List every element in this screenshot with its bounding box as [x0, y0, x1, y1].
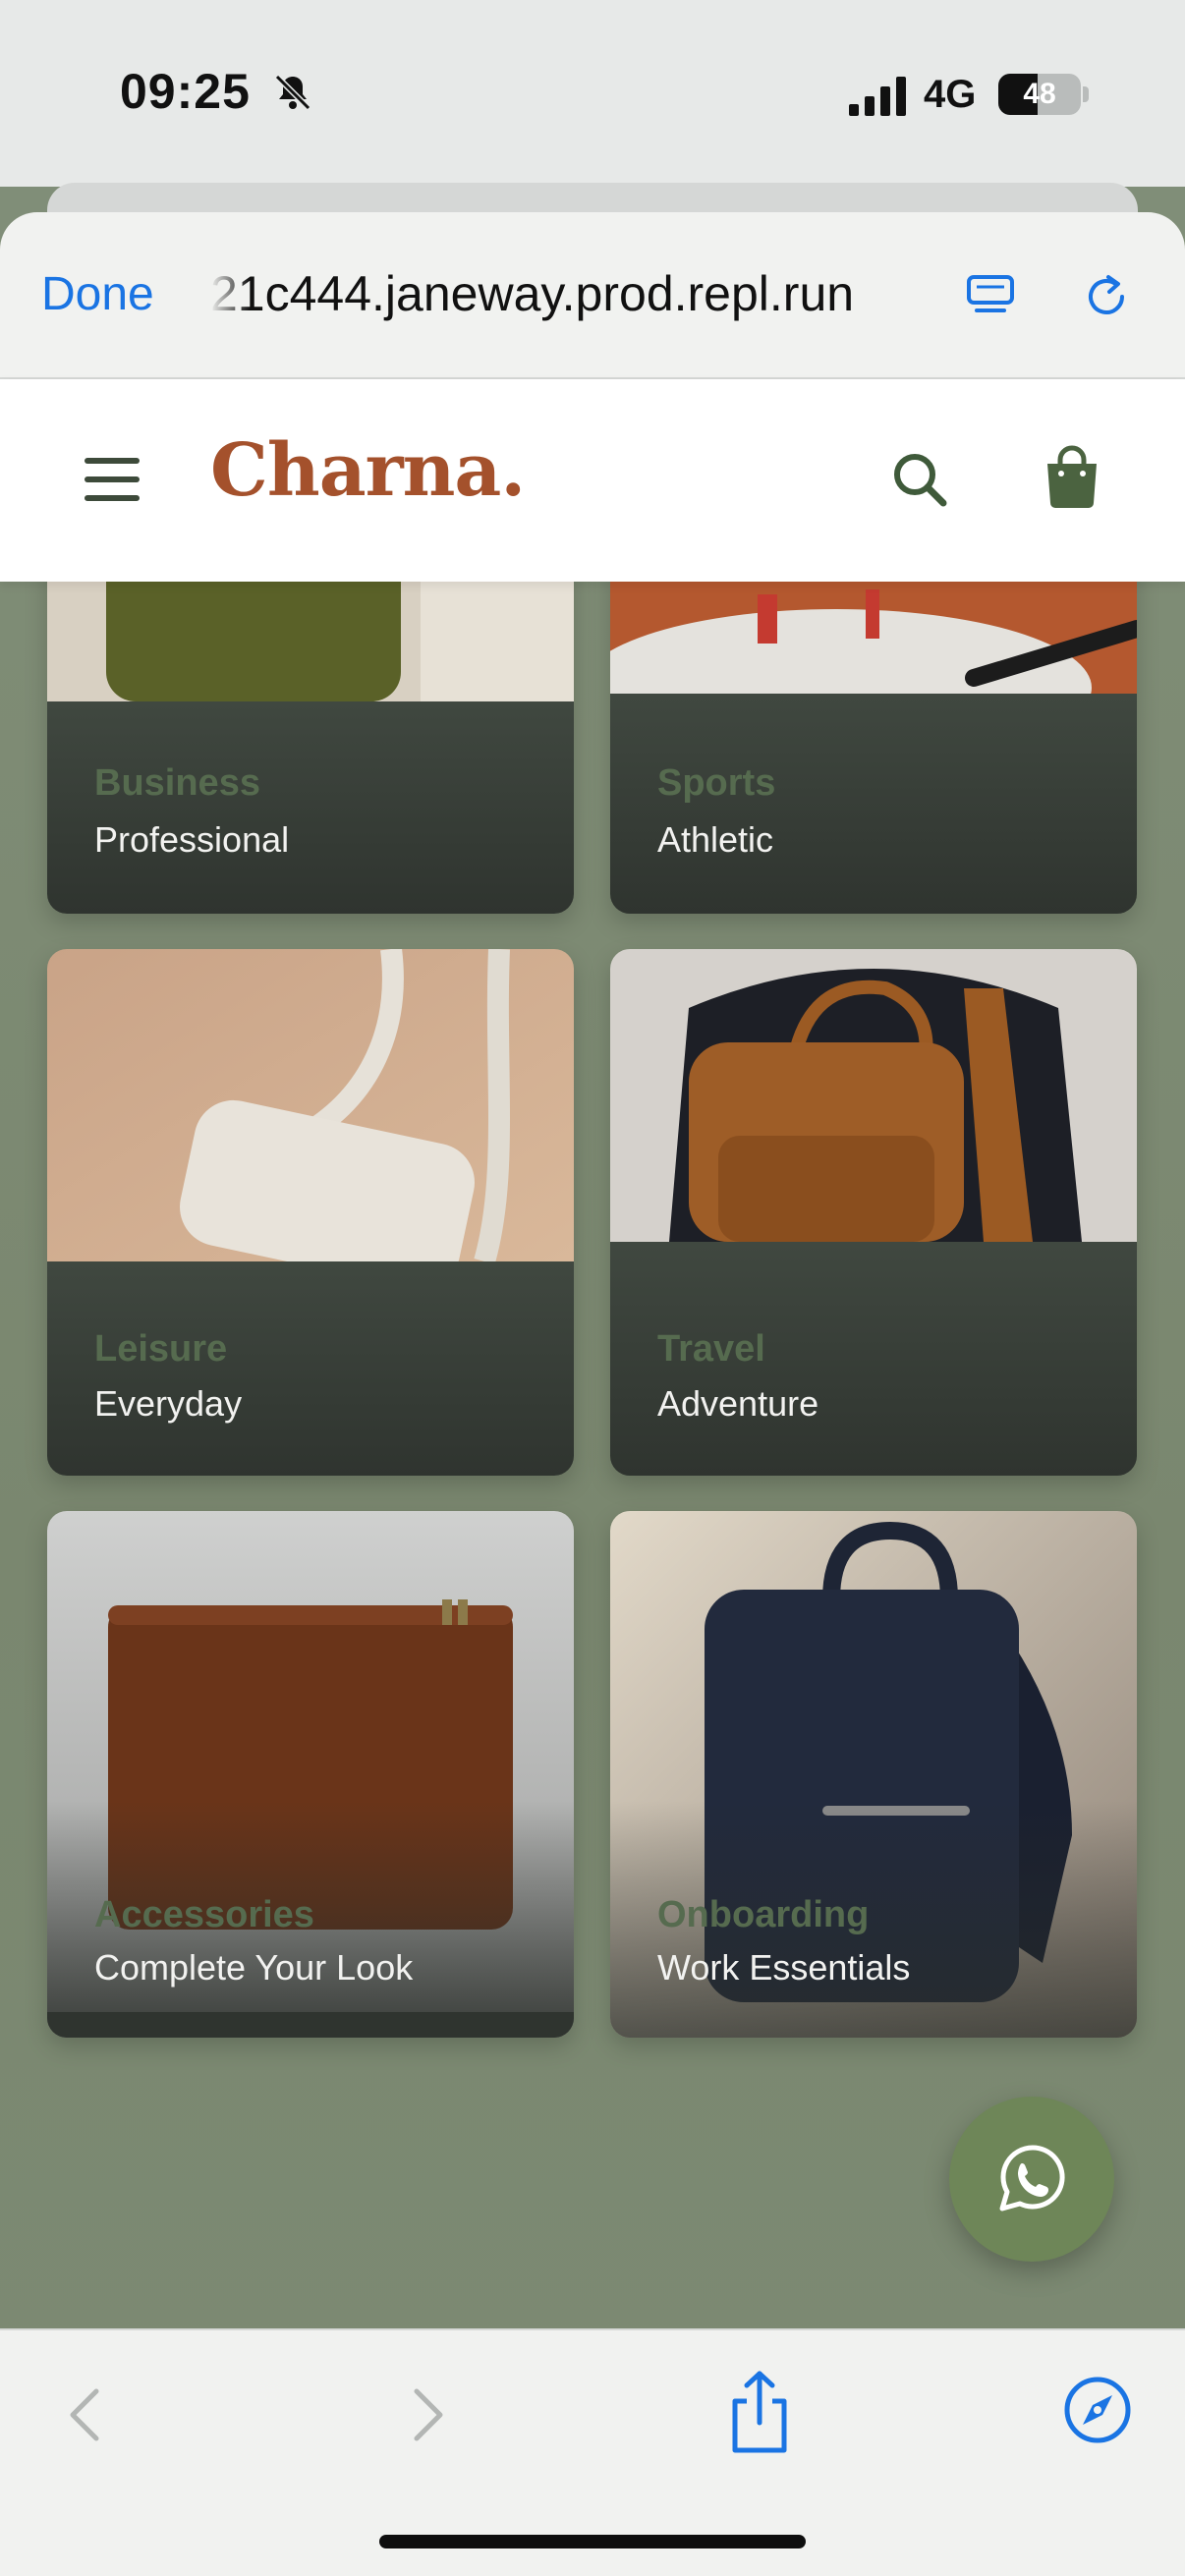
card-subtitle: Adventure — [657, 1383, 819, 1424]
battery-icon: 48 — [998, 74, 1081, 115]
home-indicator — [379, 2535, 806, 2548]
signal-icon — [849, 77, 906, 116]
status-bar: 09:25 4G 48 — [0, 0, 1185, 187]
cream-crossbody-photo — [47, 949, 574, 1261]
menu-icon[interactable] — [83, 454, 141, 505]
site-logo[interactable]: Charna. — [210, 428, 526, 513]
url-field[interactable]: 21c444.janeway.prod.repl.run — [210, 265, 937, 322]
card-category: Leisure — [94, 1328, 228, 1370]
battery-percent: 48 — [1023, 78, 1056, 110]
brown-leather-backpack-photo — [610, 949, 1137, 1242]
bell-slash-icon — [274, 74, 311, 111]
done-button[interactable]: Done — [41, 267, 154, 321]
card-subtitle: Everyday — [94, 1383, 243, 1424]
whatsapp-icon — [999, 2145, 1065, 2212]
category-card-accessories[interactable]: Accessories Complete Your Look — [47, 1511, 574, 2038]
card-subtitle: Work Essentials — [657, 1947, 911, 1988]
whatsapp-button[interactable] — [949, 2097, 1114, 2262]
share-icon[interactable] — [723, 2370, 796, 2454]
card-category: Travel — [657, 1328, 765, 1370]
status-time: 09:25 — [120, 64, 251, 119]
battery-nub — [1083, 86, 1089, 102]
forward-icon[interactable] — [403, 2383, 454, 2446]
reload-icon[interactable] — [1077, 267, 1136, 326]
card-category: Accessories — [94, 1894, 314, 1935]
shopping-bag-icon[interactable] — [1042, 444, 1102, 509]
card-subtitle: Complete Your Look — [94, 1947, 414, 1988]
category-card-travel[interactable]: Travel Adventure — [610, 949, 1137, 1476]
card-category: Sports — [657, 762, 776, 804]
card-category: Business — [94, 762, 260, 804]
card-subtitle: Professional — [94, 819, 290, 860]
page: 09:25 4G 48 Done 21c444.janeway.prod.rep… — [0, 0, 1185, 2576]
compass-icon[interactable] — [1061, 2374, 1134, 2446]
network-type: 4G — [924, 73, 977, 116]
card-category: Onboarding — [657, 1894, 870, 1935]
browser-address-bar: Done 21c444.janeway.prod.repl.run — [0, 212, 1185, 379]
card-subtitle: Athletic — [657, 819, 774, 860]
search-icon[interactable] — [888, 448, 951, 511]
site-header: Charna. — [0, 379, 1185, 582]
category-card-onboarding[interactable]: Onboarding Work Essentials — [610, 1511, 1137, 2038]
tabs-icon[interactable] — [963, 267, 1018, 322]
category-card-leisure[interactable]: Leisure Everyday — [47, 949, 574, 1476]
back-icon[interactable] — [59, 2383, 110, 2446]
